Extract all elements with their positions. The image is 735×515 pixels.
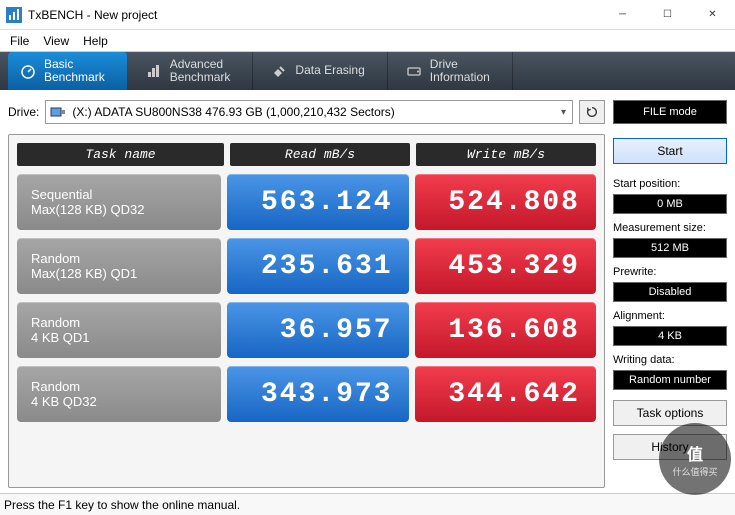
menubar: File View Help [0,30,735,52]
drive-row: Drive: (X:) ADATA SU800NS38 476.93 GB (1… [8,100,605,124]
task-row: Random 4 KB QD1 36.957 136.608 [17,302,596,358]
tab-data-erasing[interactable]: Data Erasing [259,52,387,90]
writing-data-label: Writing data: [613,354,727,366]
status-text: Press the F1 key to show the online manu… [4,498,240,512]
gauge-icon [20,63,36,79]
task-row: Random 4 KB QD32 343.973 344.642 [17,366,596,422]
read-value: 343.973 [227,366,408,422]
main-area: Drive: (X:) ADATA SU800NS38 476.93 GB (1… [0,90,735,488]
drive-select[interactable]: (X:) ADATA SU800NS38 476.93 GB (1,000,21… [45,100,573,124]
write-value: 453.329 [415,238,596,294]
side-panel: FILE mode Start Start position: 0 MB Mea… [613,100,727,488]
task-label-random-4kb-qd1[interactable]: Random 4 KB QD1 [17,302,221,358]
tab-label: Advanced Benchmark [170,58,231,84]
writing-data-value[interactable]: Random number [613,370,727,390]
task-label-random-qd1[interactable]: Random Max(128 KB) QD1 [17,238,221,294]
header-read: Read mB/s [230,143,410,166]
tab-advanced-benchmark[interactable]: Advanced Benchmark [134,52,254,90]
header-task: Task name [17,143,224,166]
write-value: 136.608 [415,302,596,358]
alignment-label: Alignment: [613,310,727,322]
start-position-value[interactable]: 0 MB [613,194,727,214]
tab-drive-information[interactable]: Drive Information [394,52,513,90]
task-row: Random Max(128 KB) QD1 235.631 453.329 [17,238,596,294]
disk-icon [50,106,66,118]
menu-view[interactable]: View [43,34,69,48]
drive-label: Drive: [8,105,39,119]
write-value: 524.808 [415,174,596,230]
tab-basic-benchmark[interactable]: Basic Benchmark [8,52,128,90]
start-position-label: Start position: [613,178,727,190]
task-options-button[interactable]: Task options [613,400,727,426]
left-panel: Drive: (X:) ADATA SU800NS38 476.93 GB (1… [8,100,605,488]
refresh-icon [585,105,599,119]
bars-icon [146,63,162,79]
minimize-button[interactable]: ─ [600,0,645,29]
header-write: Write mB/s [416,143,596,166]
read-value: 36.957 [227,302,408,358]
window-controls: ─ ☐ ✕ [600,0,735,29]
tabbar: Basic Benchmark Advanced Benchmark Data … [0,52,735,90]
alignment-value[interactable]: 4 KB [613,326,727,346]
write-value: 344.642 [415,366,596,422]
erase-icon [271,63,287,79]
app-icon [6,7,22,23]
tab-label: Basic Benchmark [44,58,105,84]
menu-help[interactable]: Help [83,34,108,48]
status-bar: Press the F1 key to show the online manu… [0,493,735,515]
header-row: Task name Read mB/s Write mB/s [17,143,596,166]
benchmark-panel: Task name Read mB/s Write mB/s Sequentia… [8,134,605,488]
tab-label: Data Erasing [295,64,364,77]
measurement-size-value[interactable]: 512 MB [613,238,727,258]
task-label-sequential-qd32[interactable]: Sequential Max(128 KB) QD32 [17,174,221,230]
read-value: 563.124 [227,174,408,230]
start-button[interactable]: Start [613,138,727,164]
title-bar: TxBENCH - New project ─ ☐ ✕ [0,0,735,30]
maximize-button[interactable]: ☐ [645,0,690,29]
refresh-button[interactable] [579,100,605,124]
read-value: 235.631 [227,238,408,294]
drive-icon [406,63,422,79]
task-row: Sequential Max(128 KB) QD32 563.124 524.… [17,174,596,230]
prewrite-value[interactable]: Disabled [613,282,727,302]
window-title: TxBENCH - New project [28,8,600,22]
measurement-size-label: Measurement size: [613,222,727,234]
drive-value: (X:) ADATA SU800NS38 476.93 GB (1,000,21… [72,105,394,119]
tab-label: Drive Information [430,58,490,84]
history-button[interactable]: History [613,434,727,460]
mode-button[interactable]: FILE mode [613,100,727,124]
task-label-random-4kb-qd32[interactable]: Random 4 KB QD32 [17,366,221,422]
menu-file[interactable]: File [10,34,29,48]
close-button[interactable]: ✕ [690,0,735,29]
prewrite-label: Prewrite: [613,266,727,278]
